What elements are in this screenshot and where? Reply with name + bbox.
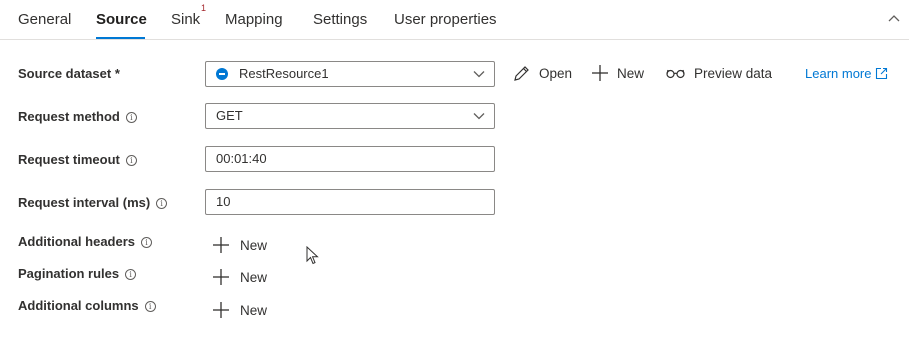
sink-error-badge: 1 [201, 3, 207, 13]
chevron-up-icon[interactable] [886, 10, 902, 26]
plus-icon [213, 302, 229, 318]
active-tab-indicator [96, 37, 145, 39]
pagination-rules-label-text: Pagination rules [18, 266, 120, 281]
additional-columns-label-text: Additional columns [18, 298, 139, 313]
external-link-icon [876, 67, 888, 80]
tab-general[interactable]: General [18, 11, 71, 28]
info-icon[interactable]: i [156, 198, 168, 209]
open-dataset-button[interactable]: Open [512, 64, 572, 83]
plus-icon [213, 269, 229, 285]
additional-headers-label-text: Additional headers [18, 234, 136, 249]
request-method-value: GET [216, 108, 243, 123]
add-column-label: New [240, 302, 268, 318]
info-icon[interactable]: i [125, 112, 137, 123]
request-timeout-label: Request timeout i [18, 152, 137, 167]
mouse-pointer-icon [306, 246, 319, 265]
additional-columns-label: Additional columns i [18, 298, 156, 313]
learn-more-link[interactable]: Learn more [805, 66, 888, 81]
learn-more-label: Learn more [805, 66, 872, 81]
new-dataset-label: New [617, 65, 645, 81]
chevron-down-icon [473, 113, 485, 120]
plus-icon [213, 237, 229, 253]
plus-icon [592, 65, 608, 81]
request-method-select[interactable]: GET [205, 103, 495, 129]
open-label: Open [539, 66, 573, 81]
request-method-label-text: Request method [18, 109, 120, 124]
tab-mapping[interactable]: Mapping [225, 11, 283, 28]
request-timeout-label-text: Request timeout [18, 152, 120, 167]
request-interval-label-text: Request interval (ms) [18, 195, 151, 210]
pencil-icon [514, 66, 529, 81]
request-interval-label: Request interval (ms) i [18, 195, 168, 210]
info-icon[interactable]: i [125, 155, 137, 166]
source-dataset-value: RestResource1 [239, 66, 329, 81]
info-icon[interactable]: i [141, 237, 153, 248]
tab-bar: General Source Sink 1 Mapping Settings U… [0, 0, 909, 40]
info-icon[interactable]: i [144, 301, 156, 312]
request-timeout-value: 00:01:40 [216, 151, 267, 166]
dataset-icon [216, 68, 228, 80]
info-icon[interactable]: i [125, 269, 137, 280]
tab-source[interactable]: Source [96, 11, 147, 28]
glasses-icon [666, 69, 685, 79]
tab-sink[interactable]: Sink [171, 11, 200, 28]
request-method-label: Request method i [18, 109, 137, 124]
request-timeout-input[interactable]: 00:01:40 [205, 146, 495, 172]
tab-settings[interactable]: Settings [313, 11, 367, 28]
request-interval-input[interactable]: 10 [205, 189, 495, 215]
chevron-down-icon [473, 71, 485, 78]
add-pagination-rule-button[interactable]: New [212, 268, 267, 286]
new-dataset-button[interactable]: New [591, 64, 644, 82]
request-interval-value: 10 [216, 194, 231, 209]
tab-user-properties[interactable]: User properties [394, 11, 497, 28]
source-dataset-label: Source dataset * [18, 66, 120, 81]
pagination-rules-label: Pagination rules i [18, 266, 137, 281]
preview-data-label: Preview data [694, 65, 773, 81]
source-dataset-select[interactable]: RestResource1 [205, 61, 495, 87]
add-column-button[interactable]: New [212, 301, 267, 319]
preview-data-button[interactable]: Preview data [665, 64, 772, 82]
add-header-label: New [240, 237, 268, 253]
additional-headers-label: Additional headers i [18, 234, 153, 249]
add-pagination-rule-label: New [240, 269, 268, 285]
add-header-button[interactable]: New [212, 236, 267, 254]
